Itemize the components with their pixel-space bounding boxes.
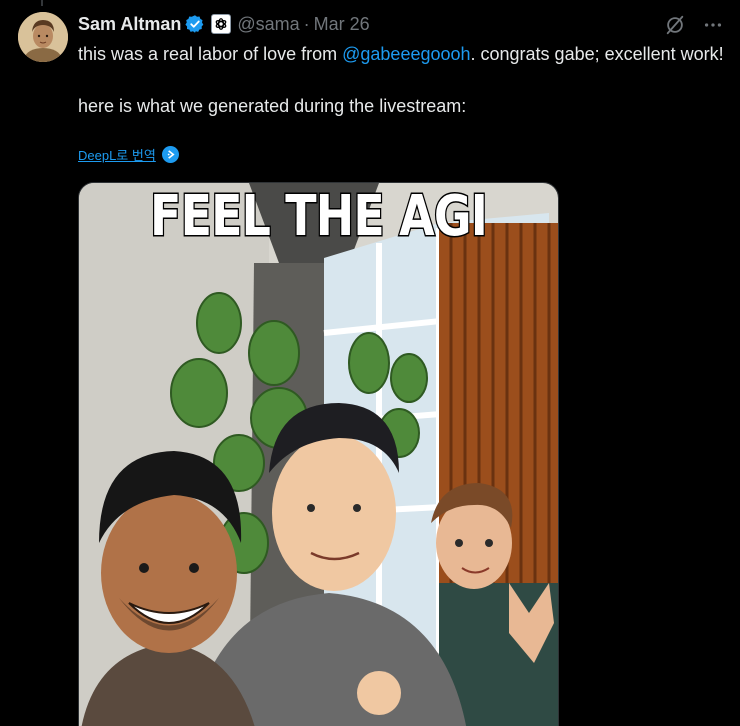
header-actions [662, 12, 726, 38]
anime-selfie-illustration [79, 183, 558, 726]
tweet-line-2: here is what we generated during the liv… [78, 96, 467, 116]
media-image[interactable]: FEEL THE AGI [78, 182, 559, 726]
tweet-line-1: this was a real labor of love from @gabe… [78, 41, 728, 67]
mention-link[interactable]: @gabeeegoooh [342, 44, 470, 64]
thread-line [41, 0, 43, 6]
separator-dot: · [303, 13, 310, 34]
deepl-icon [161, 146, 179, 163]
avatar[interactable] [18, 12, 68, 62]
tweet-text: this was a real labor of love from @gabe… [78, 41, 728, 119]
verified-badge-icon[interactable] [185, 14, 205, 34]
meme-caption: FEEL THE AGI [149, 183, 489, 250]
text-after-mention: . congrats gabe; excellent work! [470, 44, 724, 64]
tweet-header: Sam Altman @sama · Mar 26 [78, 11, 370, 37]
text-before-mention: this was a real labor of love from [78, 44, 343, 64]
more-icon[interactable] [700, 12, 726, 38]
tweet[interactable]: Sam Altman @sama · Mar 26 this was a rea… [0, 0, 740, 726]
translate-link[interactable]: DeepL로 번역 [78, 145, 179, 164]
grok-icon[interactable] [662, 12, 688, 38]
translate-label[interactable]: DeepL로 번역 [78, 145, 156, 164]
timestamp[interactable]: Mar 26 [314, 14, 370, 35]
handle[interactable]: @sama [237, 14, 299, 35]
display-name[interactable]: Sam Altman [78, 14, 181, 35]
openai-logo-icon[interactable] [211, 14, 232, 34]
